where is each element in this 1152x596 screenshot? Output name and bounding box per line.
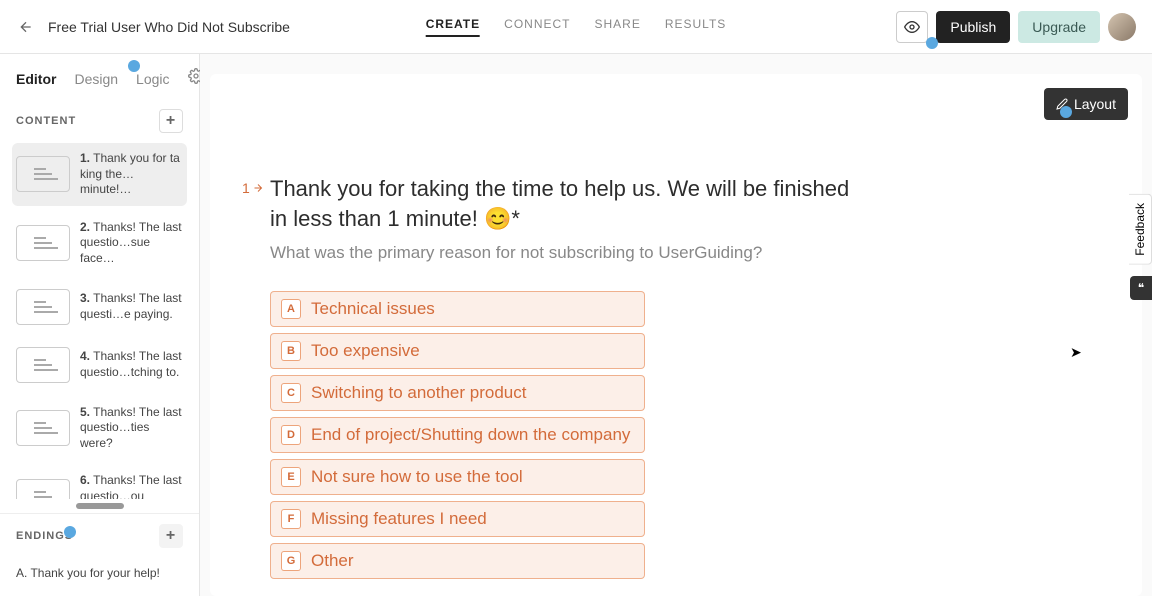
question-title[interactable]: Thank you for taking the time to help us…: [270, 174, 850, 233]
question-wrap: 1 Thank you for taking the time to help …: [270, 174, 850, 596]
hint-dot-icon: [1060, 106, 1072, 118]
endings-section-header: ENDINGS +: [0, 514, 199, 558]
choice-label: Switching to another product: [311, 383, 526, 403]
choice-key: C: [281, 383, 301, 403]
choice-label: Not sure how to use the tool: [311, 467, 523, 487]
choice-label: Too expensive: [311, 341, 420, 361]
arrow-right-icon: [252, 182, 264, 194]
content-item-label: 4. Thanks! The last questio…tching to.: [80, 349, 183, 380]
back-arrow-icon[interactable]: [16, 17, 36, 37]
content-item-label: 6. Thanks! The last questio…ou miss…: [80, 473, 183, 499]
choice-option[interactable]: E Not sure how to use the tool: [270, 459, 645, 495]
sidebar-tab-design[interactable]: Design: [74, 71, 118, 87]
form-card: Layout 1 Thank you for taking the time t…: [210, 74, 1142, 596]
layout-label: Layout: [1074, 96, 1116, 112]
choice-option[interactable]: D End of project/Shutting down the compan…: [270, 417, 645, 453]
content-item-label: 1. Thank you for ta king the…minute!…: [80, 151, 183, 198]
topbar: Free Trial User Who Did Not Subscribe CR…: [0, 0, 1152, 54]
content-item[interactable]: 4. Thanks! The last questio…tching to.: [12, 339, 187, 391]
content-label: CONTENT: [16, 115, 76, 127]
content-item[interactable]: 5. Thanks! The last questio…ties were?: [12, 397, 187, 460]
choice-label: End of project/Shutting down the company: [311, 425, 630, 445]
add-ending-button[interactable]: +: [159, 524, 183, 548]
choice-option[interactable]: C Switching to another product: [270, 375, 645, 411]
cursor-icon: ➤: [1070, 344, 1082, 361]
sidebar-tab-logic[interactable]: Logic: [136, 71, 169, 87]
canvas: Layout 1 Thank you for taking the time t…: [200, 54, 1152, 596]
choice-label: Other: [311, 551, 354, 571]
choice-label: Technical issues: [311, 299, 435, 319]
choice-key: A: [281, 299, 301, 319]
main: Editor Design Logic CONTENT + 1. Thank y…: [0, 54, 1152, 596]
content-section-header: CONTENT +: [0, 99, 199, 143]
choice-label: Missing features I need: [311, 509, 487, 529]
choice-key: B: [281, 341, 301, 361]
choice-option[interactable]: G Other: [270, 543, 645, 579]
content-list: 1. Thank you for ta king the…minute!… 2. …: [0, 143, 199, 499]
choice-key: E: [281, 467, 301, 487]
content-thumb-icon: [16, 479, 70, 499]
question-number: 1: [242, 180, 264, 196]
publish-button[interactable]: Publish: [936, 11, 1010, 43]
feedback-tab[interactable]: Feedback: [1129, 194, 1152, 265]
tab-connect[interactable]: CONNECT: [504, 17, 570, 37]
choice-option[interactable]: B Too expensive: [270, 333, 645, 369]
feedback-icon[interactable]: ❝: [1130, 276, 1152, 300]
sidebar-tabs: Editor Design Logic: [0, 54, 199, 99]
hint-dot-icon: [128, 60, 140, 72]
content-thumb-icon: [16, 289, 70, 325]
form-title[interactable]: Free Trial User Who Did Not Subscribe: [48, 19, 290, 35]
question-description[interactable]: What was the primary reason for not subs…: [270, 243, 850, 263]
choice-option[interactable]: F Missing features I need: [270, 501, 645, 537]
tab-create[interactable]: CREATE: [426, 17, 480, 37]
endings-section: ENDINGS + A. Thank you for your help!: [0, 513, 199, 596]
sidebar-tab-editor[interactable]: Editor: [16, 71, 56, 87]
preview-button[interactable]: [896, 11, 928, 43]
content-item[interactable]: 1. Thank you for ta king the…minute!…: [12, 143, 187, 206]
content-thumb-icon: [16, 156, 70, 192]
content-item-label: 3. Thanks! The last questi…e paying.: [80, 291, 183, 322]
hint-dot-icon: [926, 37, 938, 49]
tab-results[interactable]: RESULTS: [665, 17, 726, 37]
scroll-hint: [76, 503, 124, 509]
top-tabs: CREATE CONNECT SHARE RESULTS: [426, 17, 727, 37]
add-content-button[interactable]: +: [159, 109, 183, 133]
content-item[interactable]: 2. Thanks! The last questio…sue face…: [12, 212, 187, 275]
content-thumb-icon: [16, 225, 70, 261]
content-thumb-icon: [16, 410, 70, 446]
choices-list: A Technical issues B Too expensive C Switchin…: [270, 291, 850, 579]
tab-share[interactable]: SHARE: [594, 17, 640, 37]
content-item-label: 2. Thanks! The last questio…sue face…: [80, 220, 183, 267]
choice-option[interactable]: A Technical issues: [270, 291, 645, 327]
sidebar: Editor Design Logic CONTENT + 1. Thank y…: [0, 54, 200, 596]
upgrade-button[interactable]: Upgrade: [1018, 11, 1100, 43]
choice-key: D: [281, 425, 301, 445]
top-actions: Publish Upgrade: [896, 11, 1136, 43]
choice-key: G: [281, 551, 301, 571]
hint-dot-icon: [64, 526, 76, 538]
layout-button[interactable]: Layout: [1044, 88, 1128, 120]
ending-item[interactable]: A. Thank you for your help!: [0, 558, 199, 588]
choice-key: F: [281, 509, 301, 529]
content-item[interactable]: 6. Thanks! The last questio…ou miss…: [12, 465, 187, 499]
content-item-label: 5. Thanks! The last questio…ties were?: [80, 405, 183, 452]
avatar[interactable]: [1108, 13, 1136, 41]
content-item[interactable]: 3. Thanks! The last questi…e paying.: [12, 281, 187, 333]
content-thumb-icon: [16, 347, 70, 383]
